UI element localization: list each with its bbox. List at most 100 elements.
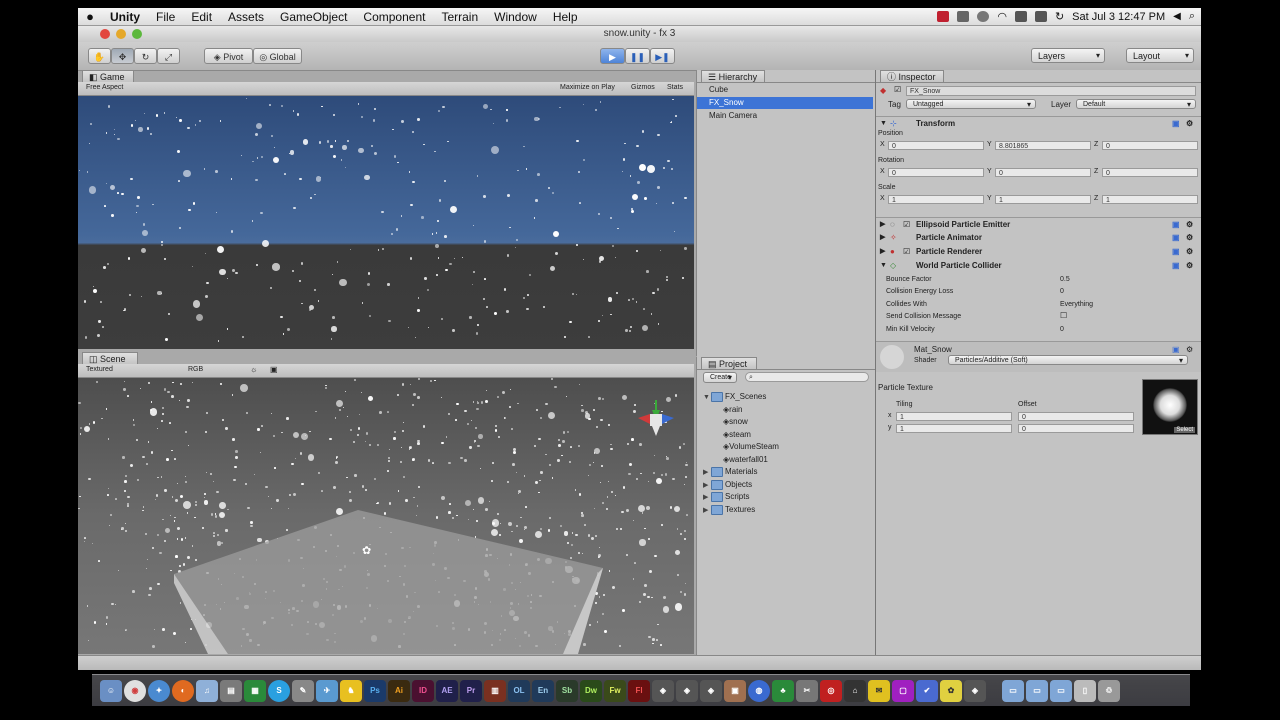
scale-tool-button[interactable]: ⤢ xyxy=(157,48,180,64)
app-dock-icon[interactable]: ▣ xyxy=(724,679,746,702)
sync-icon[interactable]: ↻ xyxy=(1055,10,1064,23)
particle-emitter-icon[interactable]: ✿ xyxy=(362,544,371,557)
pivot-toggle-button[interactable]: ◈ Pivot xyxy=(204,48,253,64)
safari-dock-icon[interactable]: ✦ xyxy=(148,679,170,702)
help-icon[interactable]: ▣ xyxy=(1172,231,1180,244)
shader-dropdown[interactable]: Particles/Additive (Soft) xyxy=(948,355,1188,365)
app-dock-icon[interactable]: ▤ xyxy=(220,679,242,702)
transform-component-header[interactable]: ▼ ⊹ Transform ▣ ⚙ xyxy=(876,116,1201,130)
hierarchy-item-fx-snow[interactable]: FX_Snow xyxy=(697,97,873,109)
scene-file-item[interactable]: ◈snow xyxy=(723,417,748,426)
unity-dock-icon[interactable]: ◈ xyxy=(700,679,722,702)
min-kill-velocity-field[interactable]: 0 xyxy=(1060,326,1064,333)
scene-view[interactable]: ✿ xyxy=(78,378,694,654)
move-tool-button[interactable]: ✥ xyxy=(111,48,134,64)
gear-icon[interactable]: ⚙ xyxy=(1186,218,1193,231)
help-icon[interactable]: ▣ xyxy=(1172,259,1180,272)
stats-toggle[interactable]: Stats xyxy=(667,84,683,91)
rotation-y-field[interactable]: 0 xyxy=(995,168,1091,177)
gizmos-toggle[interactable]: Gizmos xyxy=(631,84,655,91)
bounce-factor-field[interactable]: 0.5 xyxy=(1060,276,1070,283)
maximize-on-play-toggle[interactable]: Maximize on Play xyxy=(560,84,615,91)
game-view[interactable] xyxy=(78,96,694,349)
material-header[interactable]: Mat_Snow Shader Particles/Additive (Soft… xyxy=(876,341,1201,372)
display-icon[interactable] xyxy=(1014,11,1027,22)
collapse-arrow-icon[interactable]: ▶ xyxy=(703,493,711,501)
menu-file[interactable]: File xyxy=(148,10,183,24)
app-dock-icon[interactable]: ▥ xyxy=(484,679,506,702)
onlocation-dock-icon[interactable]: OL xyxy=(508,679,530,702)
unity-dock-icon[interactable]: ◈ xyxy=(964,679,986,702)
collapse-arrow-icon[interactable]: ▶ xyxy=(880,218,885,231)
expand-arrow-icon[interactable]: ▼ xyxy=(880,259,887,272)
collapse-arrow-icon[interactable]: ▶ xyxy=(880,245,885,258)
hand-tool-button[interactable]: ✋ xyxy=(88,48,111,64)
tab-project[interactable]: ▤ Project xyxy=(701,357,757,369)
texture-select-button[interactable]: Select xyxy=(1174,427,1195,433)
layout-dropdown[interactable]: Layout xyxy=(1126,48,1194,63)
soundbooth-dock-icon[interactable]: Sb xyxy=(556,679,578,702)
menu-help[interactable]: Help xyxy=(545,10,586,24)
premiere-dock-icon[interactable]: Pr xyxy=(460,679,482,702)
hierarchy-item-cube[interactable]: Cube xyxy=(709,85,728,94)
help-icon[interactable]: ▣ xyxy=(1172,218,1180,231)
battery-icon[interactable] xyxy=(1034,11,1047,22)
scene-file-item[interactable]: ◈waterfall01 xyxy=(723,455,768,464)
layer-dropdown[interactable]: Default xyxy=(1076,99,1196,109)
after-effects-dock-icon[interactable]: AE xyxy=(436,679,458,702)
component-enabled-checkbox[interactable]: ☑ xyxy=(903,245,910,258)
offset-x-field[interactable]: 0 xyxy=(1018,412,1134,421)
app-dock-icon[interactable]: ◍ xyxy=(748,679,770,702)
folder-item[interactable]: ▶ Objects xyxy=(703,480,752,490)
firefox-dock-icon[interactable]: ◐ xyxy=(172,679,194,702)
dreamweaver-dock-icon[interactable]: Dw xyxy=(580,679,602,702)
offset-y-field[interactable]: 0 xyxy=(1018,424,1134,433)
image-toggle-icon[interactable]: ▣ xyxy=(270,365,278,374)
scale-x-field[interactable]: 1 xyxy=(888,195,984,204)
folder-fx-scenes[interactable]: ▼ FX_Scenes xyxy=(703,392,766,402)
ellipsoid-emitter-header[interactable]: ▶ ◌ ☑ Ellipsoid Particle Emitter ▣ ⚙ xyxy=(876,217,1201,231)
help-icon[interactable]: ▣ xyxy=(1172,345,1180,354)
app-dock-icon[interactable]: ✈ xyxy=(316,679,338,702)
downloads-dock-icon[interactable]: ▭ xyxy=(1050,679,1072,702)
chrome-dock-icon[interactable]: ◉ xyxy=(124,679,146,702)
flash-dock-icon[interactable]: Fl xyxy=(628,679,650,702)
menu-component[interactable]: Component xyxy=(355,10,433,24)
menu-assets[interactable]: Assets xyxy=(220,10,272,24)
render-mode-dropdown[interactable]: Textured xyxy=(86,366,113,373)
apple-menu-icon[interactable]: ● xyxy=(78,9,102,24)
collapse-arrow-icon[interactable]: ▶ xyxy=(703,506,711,514)
particle-animator-header[interactable]: ▶ ✧ Particle Animator ▣ ⚙ xyxy=(876,231,1201,244)
expand-arrow-icon[interactable]: ▼ xyxy=(703,394,711,401)
tag-dropdown[interactable]: Untagged xyxy=(906,99,1036,109)
play-button[interactable]: ▶ xyxy=(600,48,625,64)
tab-inspector[interactable]: ⓘ Inspector xyxy=(880,70,944,82)
active-checkbox[interactable]: ☑ xyxy=(894,85,901,94)
expand-arrow-icon[interactable]: ▼ xyxy=(880,117,887,130)
app-dock-icon[interactable]: ♣ xyxy=(772,679,794,702)
menu-clock[interactable]: Sat Jul 3 12:47 PM xyxy=(1072,11,1165,23)
hierarchy-item-main-camera[interactable]: Main Camera xyxy=(709,111,757,120)
scene-file-item[interactable]: ◈rain xyxy=(723,405,743,414)
app-dock-icon[interactable]: ✂ xyxy=(796,679,818,702)
send-collision-message-checkbox[interactable]: ☐ xyxy=(1060,311,1067,320)
app-dock-icon[interactable]: ◎ xyxy=(820,679,842,702)
menu-gameobject[interactable]: GameObject xyxy=(272,10,355,24)
gear-icon[interactable]: ⚙ xyxy=(1186,117,1193,130)
pause-button[interactable]: ❚❚ xyxy=(625,48,650,64)
zoom-window-icon[interactable] xyxy=(132,29,142,39)
rotate-tool-button[interactable]: ↻ xyxy=(134,48,157,64)
trash-dock-icon[interactable]: ♲ xyxy=(1098,679,1120,702)
tiling-y-field[interactable]: 1 xyxy=(896,424,1012,433)
folder-dock-icon[interactable]: ▭ xyxy=(1026,679,1048,702)
document-dock-icon[interactable]: ▯ xyxy=(1074,679,1096,702)
wifi-icon[interactable]: ◠ xyxy=(997,10,1007,23)
collapse-arrow-icon[interactable]: ▶ xyxy=(703,481,711,489)
tab-game[interactable]: ◧ Game xyxy=(82,70,134,82)
app-dock-icon[interactable]: ✎ xyxy=(292,679,314,702)
global-toggle-button[interactable]: ◎ Global xyxy=(253,48,302,64)
spotlight-icon[interactable]: ⌕ xyxy=(1189,10,1195,23)
app-dock-icon[interactable]: ♞ xyxy=(340,679,362,702)
scene-orientation-gizmo[interactable] xyxy=(628,390,688,450)
world-particle-collider-header[interactable]: ▼ ◇ World Particle Collider ▣ ⚙ xyxy=(876,259,1201,272)
